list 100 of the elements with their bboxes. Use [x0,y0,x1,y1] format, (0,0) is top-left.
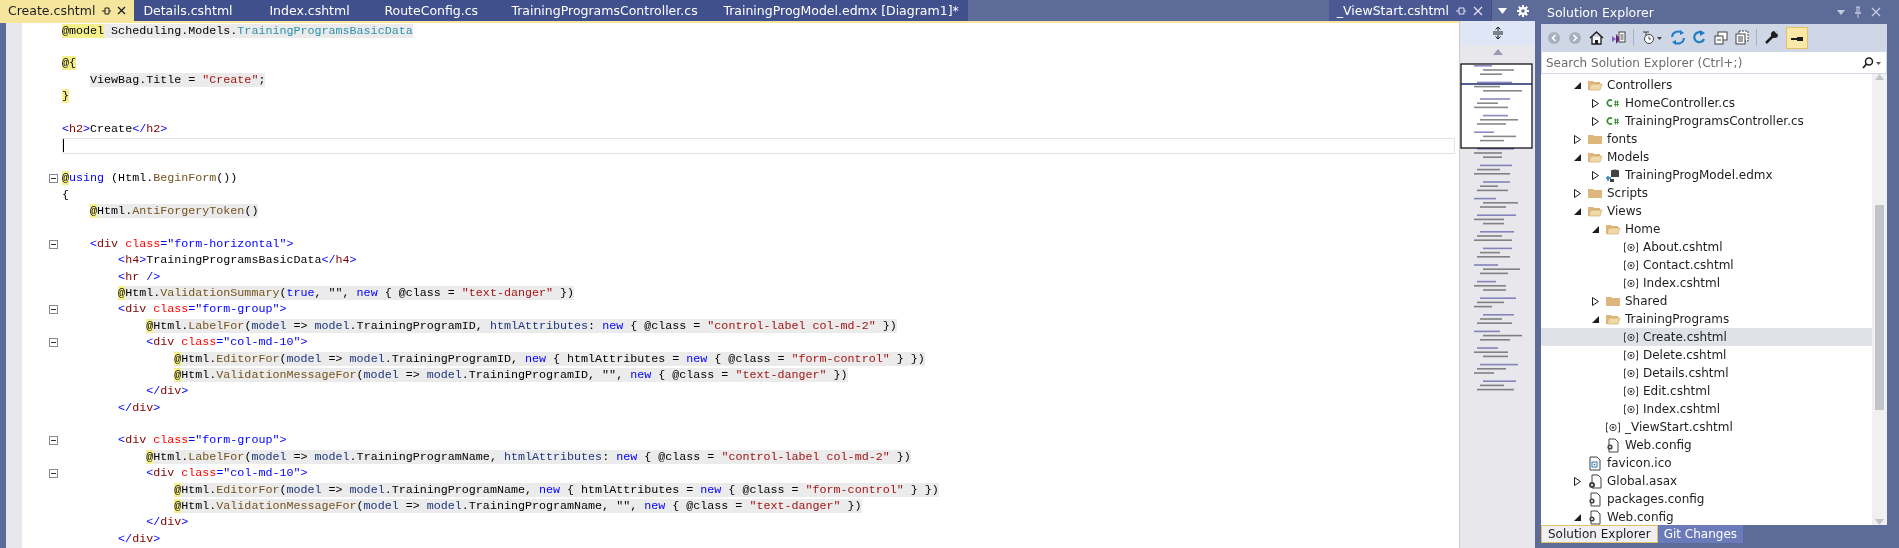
text-caret [63,139,64,153]
tree-item[interactable]: Delete.cshtml [1541,346,1872,364]
close-icon[interactable] [117,6,127,15]
tree-item[interactable]: Create.cshtml [1541,328,1872,346]
config-file-icon [1605,437,1621,453]
scrollbar-thumb[interactable] [1875,205,1884,410]
collapse-all-icon[interactable] [1714,30,1728,45]
search-box[interactable]: Search Solution Explorer (Ctrl+;) [1541,51,1887,74]
tree-item[interactable]: Index.cshtml [1541,274,1872,292]
tree-item[interactable]: TrainingProgramsController.cs [1541,112,1872,130]
collapse-icon[interactable] [49,436,58,446]
panel-title: Solution Explorer [1547,4,1655,20]
tree-item[interactable]: Details.cshtml [1541,364,1872,382]
razor-file-icon [1623,275,1639,291]
tree-item[interactable]: Views [1541,202,1872,220]
document-tab[interactable]: TrainingProgModel.edmx [Diagram1]* [715,0,968,21]
search-icon[interactable] [1862,56,1882,69]
tree-item[interactable]: Controllers [1541,76,1872,94]
image-file-icon [1587,455,1603,471]
tree-item[interactable]: fonts [1541,130,1872,148]
dropdown-icon[interactable] [1498,7,1507,14]
tree-item[interactable]: _ViewStart.cshtml [1541,418,1872,436]
document-tab[interactable]: Create.cshtml [0,0,136,21]
collapse-icon[interactable] [49,469,58,479]
document-tab[interactable]: Index.cshtml [261,0,377,21]
razor-file-icon [1623,347,1639,363]
expanded-arrow-icon[interactable] [1573,153,1581,161]
document-tab[interactable]: RouteConfig.cs [376,0,504,21]
code-line: <div class="form-horizontal"> [89,236,294,252]
code-line: </div> [117,400,161,416]
collapse-icon[interactable] [49,174,58,184]
code-line: { [62,187,69,203]
show-all-files-icon[interactable] [1735,30,1749,45]
code-line: <h4>TrainingProgramsBasicData</h4> [117,253,357,269]
tree-item[interactable]: Home [1541,220,1872,238]
code-line: @using (Html.BeginForm()) [62,171,238,187]
tree-item[interactable]: TrainingPrograms [1541,310,1872,328]
tree-item[interactable]: Index.cshtml [1541,400,1872,418]
razor-file-icon [1623,383,1639,399]
collapse-icon[interactable] [49,338,58,348]
switch-views-icon[interactable] [1611,30,1626,45]
document-tab[interactable]: TrainingProgramsController.cs [503,0,716,21]
refresh-icon[interactable] [1693,30,1707,45]
tree-item[interactable]: HomeController.cs [1541,94,1872,112]
code-line: <div class="form-group"> [117,433,287,449]
pin-icon[interactable] [101,5,112,16]
tree-item[interactable]: TrainingProgModel.edmx [1541,166,1872,184]
expanded-arrow-icon[interactable] [1573,513,1581,521]
collapsed-arrow-icon[interactable] [1591,116,1599,126]
pin-icon[interactable] [1455,5,1467,16]
tree-item[interactable]: Web.config [1541,508,1872,525]
tree-item[interactable]: packages.config [1541,490,1872,508]
tree-item[interactable]: Models [1541,148,1872,166]
tree-item[interactable]: About.cshtml [1541,238,1872,256]
tree-item[interactable]: Web.config [1541,436,1872,454]
collapsed-arrow-icon[interactable] [1573,188,1581,198]
database-icon [1605,167,1621,183]
razor-file-icon [1623,401,1639,417]
razor-file-icon [1605,419,1621,435]
code-line: </div> [117,531,161,547]
collapsed-arrow-icon[interactable] [1573,476,1581,486]
razor-file-icon [1623,257,1639,273]
expanded-arrow-icon[interactable] [1573,207,1581,215]
document-tab[interactable]: Details.cshtml [135,0,262,21]
code-line: <hr /> [117,269,161,285]
tree-item[interactable]: Global.asax [1541,472,1872,490]
split-button[interactable] [1460,21,1535,45]
tree-item[interactable]: Edit.cshtml [1541,382,1872,400]
scrollbar[interactable] [1872,74,1887,525]
wrench-icon[interactable] [1764,30,1779,45]
expanded-arrow-icon[interactable] [1573,81,1581,89]
code-line: </div> [145,515,189,531]
tree-item[interactable]: Contact.cshtml [1541,256,1872,274]
sync-icon[interactable] [1670,30,1686,45]
code-line: <div class="col-md-10"> [145,466,308,482]
tree-item[interactable]: Scripts [1541,184,1872,202]
collapsed-arrow-icon[interactable] [1591,296,1599,306]
tree-item[interactable]: Shared [1541,292,1872,310]
search-field[interactable]: Search Solution Explorer (Ctrl+;) [1546,55,1858,70]
expanded-arrow-icon[interactable] [1591,225,1599,233]
gear-file-icon [1587,473,1603,489]
config-file-icon [1587,491,1603,507]
history-icon[interactable] [1641,30,1663,45]
collapsed-arrow-icon[interactable] [1591,170,1599,180]
collapsed-arrow-icon[interactable] [1573,134,1581,144]
collapse-icon[interactable] [49,239,58,249]
tree-item[interactable]: favicon.ico [1541,454,1872,472]
document-tab[interactable]: _ViewStart.cshtml [1328,0,1492,21]
settings-icon[interactable] [1517,4,1529,17]
expanded-arrow-icon[interactable] [1591,315,1599,323]
panel-tab[interactable]: Solution Explorer [1541,525,1658,543]
collapsed-arrow-icon[interactable] [1591,98,1599,108]
code-line: <div class="form-group"> [117,302,287,318]
dropdown-icon[interactable] [1837,9,1845,15]
home-icon[interactable] [1589,30,1604,45]
split-icon [1491,26,1504,40]
collapse-icon[interactable] [49,305,58,315]
razor-file-icon [1623,239,1639,255]
razor-file-icon [1623,365,1639,381]
panel-tab[interactable]: Git Changes [1657,525,1744,543]
